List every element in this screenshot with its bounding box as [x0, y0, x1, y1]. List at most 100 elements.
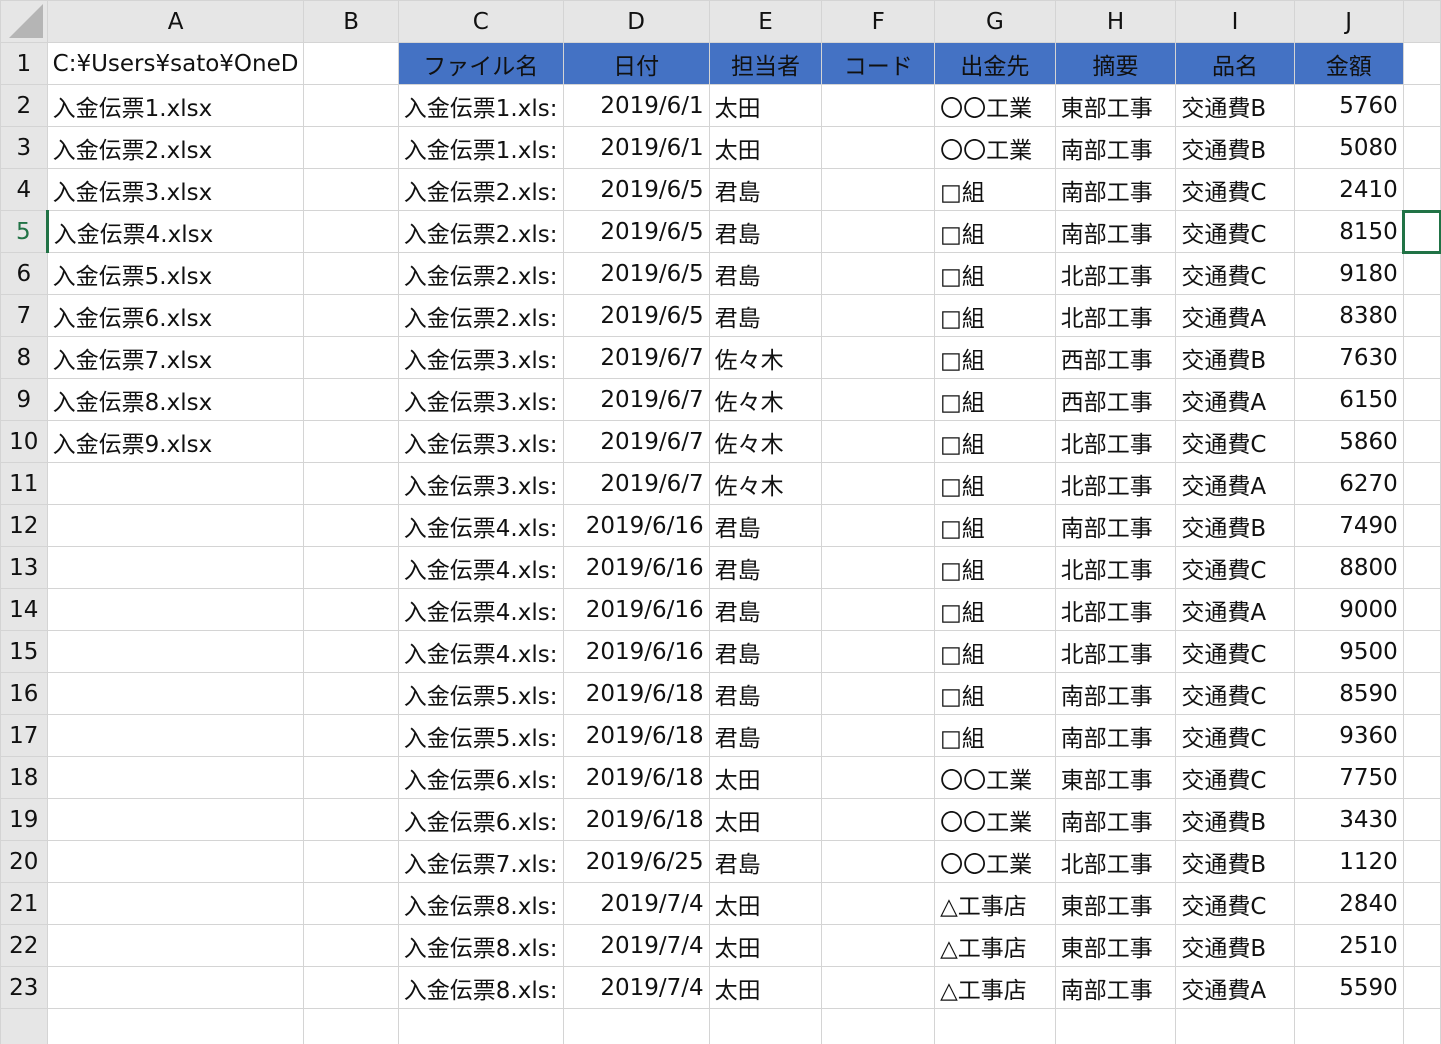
cell-a[interactable]: 入金伝票8.xlsx [46, 378, 305, 421]
cell-b[interactable] [303, 168, 399, 211]
cell-date[interactable]: 2019/6/1 [562, 126, 710, 169]
cell-date[interactable]: 2019/6/16 [562, 546, 710, 589]
cell-person[interactable]: 君島 [708, 210, 823, 253]
cell-a[interactable]: 入金伝票6.xlsx [46, 294, 305, 337]
row-header[interactable]: 13 [0, 546, 48, 589]
column-header-e[interactable]: E [708, 0, 823, 43]
cell-empty[interactable] [46, 1008, 305, 1044]
cell-file-name[interactable]: 入金伝票1.xls: [397, 126, 564, 169]
cell-code[interactable] [821, 630, 936, 673]
cell-amount[interactable]: 5590 [1293, 966, 1404, 1009]
cell-file-name[interactable]: 入金伝票4.xls: [397, 504, 564, 547]
cell-b[interactable] [303, 588, 399, 631]
cell-a[interactable] [46, 966, 305, 1009]
cell-item-name[interactable]: 交通費A [1175, 966, 1295, 1009]
cell-j1-header[interactable]: 金額 [1293, 42, 1404, 85]
cell-date[interactable]: 2019/6/1 [562, 84, 710, 127]
cell-k[interactable] [1402, 546, 1441, 589]
cell-summary[interactable]: 西部工事 [1054, 336, 1177, 379]
cell-file-name[interactable]: 入金伝票2.xls: [397, 210, 564, 253]
cell-file-name[interactable]: 入金伝票8.xls: [397, 882, 564, 925]
cell-g1-header[interactable]: 出金先 [934, 42, 1056, 85]
cell-a[interactable]: 入金伝票1.xlsx [46, 84, 305, 127]
row-header[interactable]: 9 [0, 378, 48, 421]
cell-amount[interactable]: 3430 [1293, 798, 1404, 841]
cell-code[interactable] [821, 84, 936, 127]
cell-payee[interactable]: □組 [934, 504, 1056, 547]
column-header-j[interactable]: J [1293, 0, 1404, 43]
cell-payee[interactable]: △工事店 [934, 924, 1056, 967]
cell-item-name[interactable]: 交通費C [1175, 252, 1295, 295]
cell-item-name[interactable]: 交通費B [1175, 924, 1295, 967]
cell-b1[interactable] [303, 42, 399, 85]
cell-code[interactable] [821, 966, 936, 1009]
cell-payee[interactable]: □組 [934, 420, 1056, 463]
cell-person[interactable]: 太田 [708, 756, 823, 799]
cell-empty[interactable] [1054, 1008, 1177, 1044]
select-all-corner[interactable] [0, 0, 48, 43]
cell-person[interactable]: 君島 [708, 168, 823, 211]
cell-b[interactable] [303, 966, 399, 1009]
cell-code[interactable] [821, 924, 936, 967]
cell-summary[interactable]: 北部工事 [1054, 630, 1177, 673]
cell-person[interactable]: 君島 [708, 672, 823, 715]
cell-code[interactable] [821, 336, 936, 379]
cell-amount[interactable]: 7490 [1293, 504, 1404, 547]
row-header[interactable]: 11 [0, 462, 48, 505]
cell-summary[interactable]: 北部工事 [1054, 420, 1177, 463]
cell-payee[interactable]: □組 [934, 462, 1056, 505]
column-header-f[interactable]: F [821, 0, 936, 43]
cell-payee[interactable]: 〇〇工業 [934, 798, 1056, 841]
cell-file-name[interactable]: 入金伝票3.xls: [397, 378, 564, 421]
cell-amount[interactable]: 9000 [1293, 588, 1404, 631]
cell-payee[interactable]: 〇〇工業 [934, 840, 1056, 883]
cell-b[interactable] [303, 840, 399, 883]
cell-summary[interactable]: 南部工事 [1054, 798, 1177, 841]
cell-b[interactable] [303, 84, 399, 127]
cell-empty[interactable] [1293, 1008, 1404, 1044]
cell-date[interactable]: 2019/7/4 [562, 966, 710, 1009]
cell-item-name[interactable]: 交通費C [1175, 672, 1295, 715]
cell-item-name[interactable]: 交通費A [1175, 294, 1295, 337]
cell-b[interactable] [303, 336, 399, 379]
cell-code[interactable] [821, 546, 936, 589]
cell-item-name[interactable]: 交通費C [1175, 420, 1295, 463]
cell-b[interactable] [303, 210, 399, 253]
cell-a[interactable]: 入金伝票9.xlsx [46, 420, 305, 463]
cell-a[interactable]: 入金伝票4.xlsx [46, 210, 305, 253]
cell-date[interactable]: 2019/6/18 [562, 672, 710, 715]
cell-b[interactable] [303, 504, 399, 547]
cell-item-name[interactable]: 交通費C [1175, 882, 1295, 925]
cell-person[interactable]: 太田 [708, 84, 823, 127]
cell-summary[interactable]: 東部工事 [1054, 882, 1177, 925]
cell-person[interactable]: 太田 [708, 126, 823, 169]
cell-code[interactable] [821, 588, 936, 631]
cell-item-name[interactable]: 交通費C [1175, 714, 1295, 757]
cell-amount[interactable]: 7750 [1293, 756, 1404, 799]
cell-item-name[interactable]: 交通費B [1175, 798, 1295, 841]
cell-file-name[interactable]: 入金伝票2.xls: [397, 252, 564, 295]
cell-file-name[interactable]: 入金伝票5.xls: [397, 714, 564, 757]
cell-person[interactable]: 君島 [708, 588, 823, 631]
cell-payee[interactable]: □組 [934, 336, 1056, 379]
cell-a[interactable] [46, 924, 305, 967]
column-header-i[interactable]: I [1175, 0, 1295, 43]
row-header[interactable]: 22 [0, 924, 48, 967]
cell-file-name[interactable]: 入金伝票5.xls: [397, 672, 564, 715]
cell-summary[interactable]: 東部工事 [1054, 924, 1177, 967]
cell-payee[interactable]: 〇〇工業 [934, 756, 1056, 799]
cell-file-name[interactable]: 入金伝票2.xls: [397, 168, 564, 211]
cell-k[interactable] [1402, 798, 1441, 841]
cell-payee[interactable]: △工事店 [934, 882, 1056, 925]
cell-code[interactable] [821, 756, 936, 799]
cell-person[interactable]: 君島 [708, 252, 823, 295]
cell-summary[interactable]: 北部工事 [1054, 546, 1177, 589]
cell-k[interactable] [1402, 420, 1441, 463]
cell-summary[interactable]: 東部工事 [1054, 756, 1177, 799]
cell-person[interactable]: 君島 [708, 546, 823, 589]
cell-date[interactable]: 2019/6/5 [562, 210, 710, 253]
cell-date[interactable]: 2019/6/5 [562, 294, 710, 337]
cell-item-name[interactable]: 交通費A [1175, 378, 1295, 421]
cell-payee[interactable]: □組 [934, 672, 1056, 715]
cell-b[interactable] [303, 672, 399, 715]
